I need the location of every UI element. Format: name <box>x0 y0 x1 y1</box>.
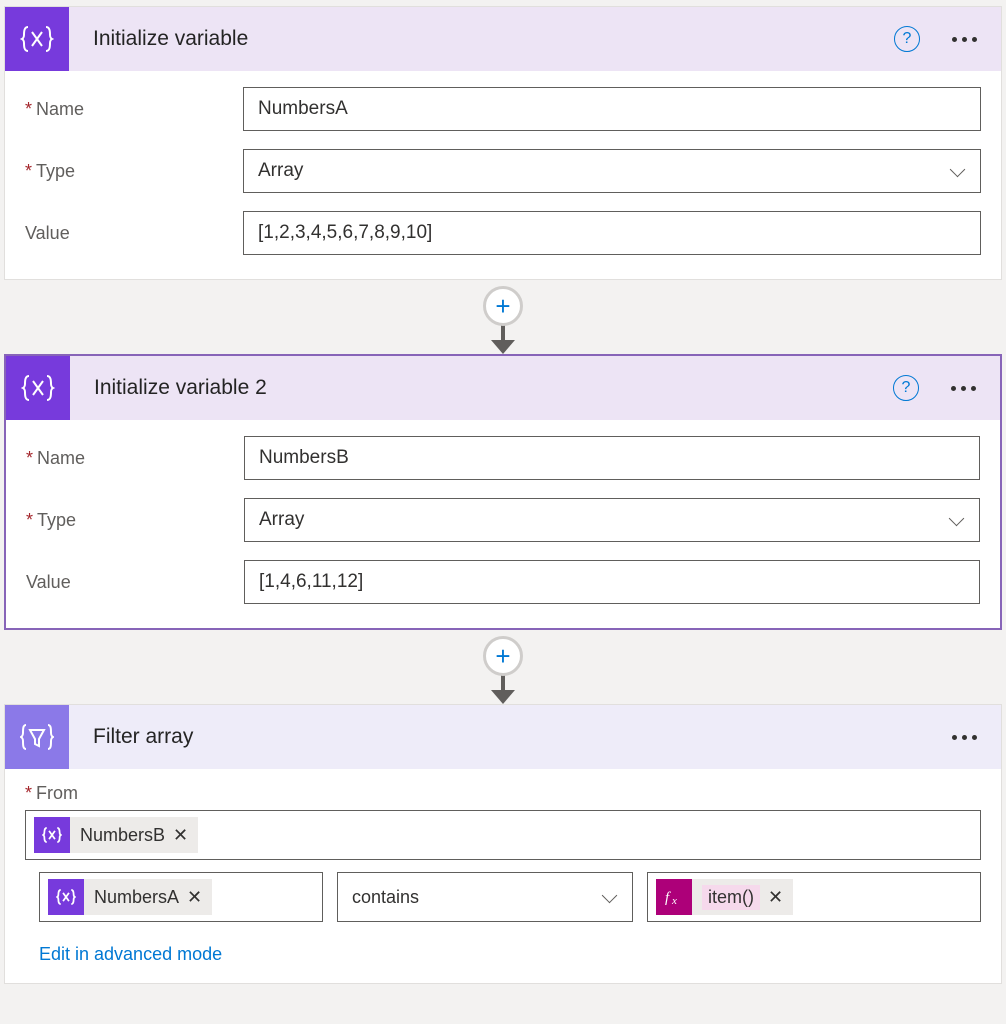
from-input[interactable]: NumbersB ✕ <box>25 810 981 860</box>
type-select[interactable]: Array <box>243 149 981 193</box>
value-input[interactable]: [1,4,6,11,12] <box>244 560 980 604</box>
add-step-button[interactable]: + <box>483 286 523 326</box>
name-input[interactable]: NumbersA <box>243 87 981 131</box>
field-label-from: *From <box>25 783 981 804</box>
condition-operator-select[interactable]: contains <box>337 872 633 922</box>
variable-icon <box>5 7 69 71</box>
field-label-name: *Name <box>26 448 244 469</box>
filter-icon <box>5 705 69 769</box>
overflow-menu-icon[interactable] <box>946 729 983 746</box>
filter-condition-row: NumbersA ✕ contains f x <box>25 872 981 922</box>
expression-icon: f x <box>656 879 692 915</box>
help-icon[interactable]: ? <box>893 375 919 401</box>
remove-token-icon[interactable]: ✕ <box>173 825 188 846</box>
variable-icon <box>34 817 70 853</box>
svg-text:f: f <box>665 890 671 906</box>
remove-token-icon[interactable]: ✕ <box>768 887 783 908</box>
action-card-initialize-variable-1: Initialize variable ? *Name NumbersA *Ty… <box>4 6 1002 280</box>
card-title: Filter array <box>69 725 946 749</box>
card-title: Initialize variable 2 <box>70 376 893 400</box>
field-label-type: *Type <box>26 510 244 531</box>
token-item-expression[interactable]: f x item() ✕ <box>656 879 793 915</box>
card-header[interactable]: Initialize variable 2 ? <box>6 356 1000 420</box>
card-body: *Name NumbersB *Type Array Value [1,4,6,… <box>6 420 1000 628</box>
edit-advanced-mode-link[interactable]: Edit in advanced mode <box>25 944 222 965</box>
card-header[interactable]: Filter array <box>5 705 1001 769</box>
chevron-down-icon <box>602 892 618 902</box>
field-label-value: Value <box>26 572 244 593</box>
action-card-filter-array: Filter array *From NumbersB ✕ <box>4 704 1002 984</box>
svg-text:x: x <box>671 895 677 906</box>
condition-left-input[interactable]: NumbersA ✕ <box>39 872 323 922</box>
overflow-menu-icon[interactable] <box>945 380 982 397</box>
field-label-name: *Name <box>25 99 243 120</box>
card-title: Initialize variable <box>69 27 894 51</box>
type-select[interactable]: Array <box>244 498 980 542</box>
token-numbers-a[interactable]: NumbersA ✕ <box>48 879 212 915</box>
chevron-down-icon <box>950 166 966 176</box>
token-numbers-b[interactable]: NumbersB ✕ <box>34 817 198 853</box>
variable-icon <box>48 879 84 915</box>
overflow-menu-icon[interactable] <box>946 31 983 48</box>
arrow-down-icon <box>491 324 515 354</box>
field-label-value: Value <box>25 223 243 244</box>
card-body: *From NumbersB ✕ <box>5 769 1001 983</box>
condition-right-input[interactable]: f x item() ✕ <box>647 872 981 922</box>
help-icon[interactable]: ? <box>894 26 920 52</box>
card-header[interactable]: Initialize variable ? <box>5 7 1001 71</box>
add-step-button[interactable]: + <box>483 636 523 676</box>
card-body: *Name NumbersA *Type Array Value [1,2,3,… <box>5 71 1001 279</box>
field-label-type: *Type <box>25 161 243 182</box>
remove-token-icon[interactable]: ✕ <box>187 887 202 908</box>
name-input[interactable]: NumbersB <box>244 436 980 480</box>
flow-connector: + <box>4 280 1002 354</box>
token-label: NumbersA <box>94 887 179 908</box>
chevron-down-icon <box>949 515 965 525</box>
value-input[interactable]: [1,2,3,4,5,6,7,8,9,10] <box>243 211 981 255</box>
flow-connector: + <box>4 630 1002 704</box>
token-label: item() <box>702 885 760 910</box>
action-card-initialize-variable-2: Initialize variable 2 ? *Name NumbersB *… <box>4 354 1002 630</box>
token-label: NumbersB <box>80 825 165 846</box>
variable-icon <box>6 356 70 420</box>
arrow-down-icon <box>491 674 515 704</box>
